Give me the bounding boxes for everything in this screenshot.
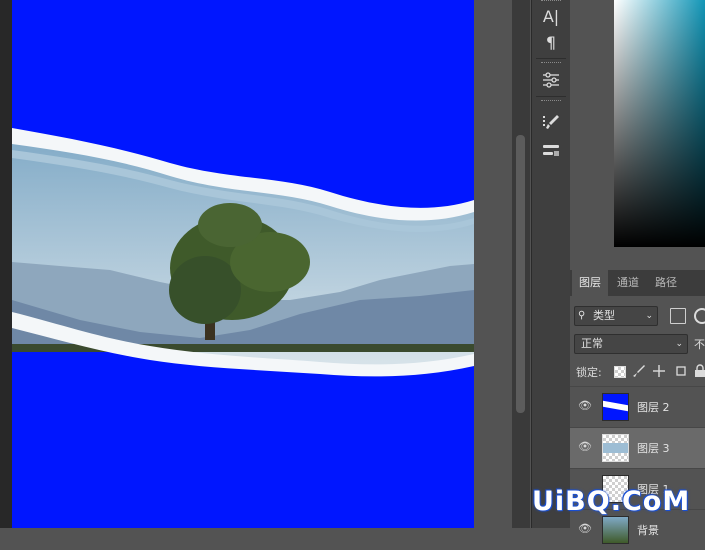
opacity-label: 不 [694,338,705,351]
layer-kind-filter[interactable]: ⚲ 类型 ⌄ [574,306,658,326]
panel-icon-strip: A| ¶ [531,0,571,528]
lock-artboard-icon[interactable] [674,364,688,378]
character-icon[interactable]: A| [537,4,565,28]
blend-mode-label: 正常 [581,337,603,350]
tab-paths[interactable]: 路径 [648,270,684,296]
visibility-eye-icon[interactable]: 👁 [578,399,592,413]
brush-settings-icon[interactable] [537,110,565,134]
strip-grip[interactable] [541,100,561,103]
adjustments-icon[interactable] [537,68,565,92]
canvas-gutter [474,0,512,528]
layer-name: 图层 3 [637,442,670,455]
lock-transparency-icon[interactable] [614,366,626,378]
paragraph-icon[interactable]: ¶ [537,30,565,54]
search-icon: ⚲ [578,310,586,321]
image-filter-icon[interactable] [670,308,686,324]
layer-row[interactable]: 👁 图层 3 [570,427,705,468]
adjustment-filter-icon[interactable] [694,308,705,324]
visibility-eye-icon[interactable]: 👁 [578,522,592,536]
kind-filter-label: 类型 [593,309,615,322]
strip-separator [536,96,566,97]
tab-channels[interactable]: 通道 [610,270,646,296]
lock-position-icon[interactable] [652,364,666,378]
document-canvas[interactable] [0,0,474,528]
canvas-artwork [12,0,474,528]
lock-label: 锁定: [576,366,602,379]
brush-presets-icon[interactable] [537,138,565,162]
layer-thumbnail [602,393,629,421]
strip-grip[interactable] [541,62,561,65]
tab-layers[interactable]: 图层 [572,270,608,296]
panel-tab-bar: 图层 通道 路径 [570,270,705,296]
layer-thumbnail [602,516,629,544]
blend-mode-select[interactable]: 正常 ⌄ [574,334,688,354]
layer-name: 图层 2 [637,401,670,414]
chevron-down-icon: ⌄ [675,339,683,349]
vertical-scrollbar[interactable] [512,0,530,528]
strip-separator [536,58,566,59]
color-picker-field[interactable] [614,0,705,247]
strip-grip[interactable] [541,0,561,3]
layer-row[interactable]: 👁 图层 2 [570,386,705,427]
chevron-down-icon: ⌄ [645,311,653,321]
scrollbar-thumb[interactable] [516,135,525,413]
lock-all-icon[interactable] [694,364,705,378]
watermark-logo: UiBQ.CoM [532,486,691,517]
lock-pixels-icon[interactable] [632,364,646,378]
layer-name: 背景 [637,524,659,537]
visibility-eye-icon[interactable]: 👁 [578,440,592,454]
layer-thumbnail [602,434,629,462]
